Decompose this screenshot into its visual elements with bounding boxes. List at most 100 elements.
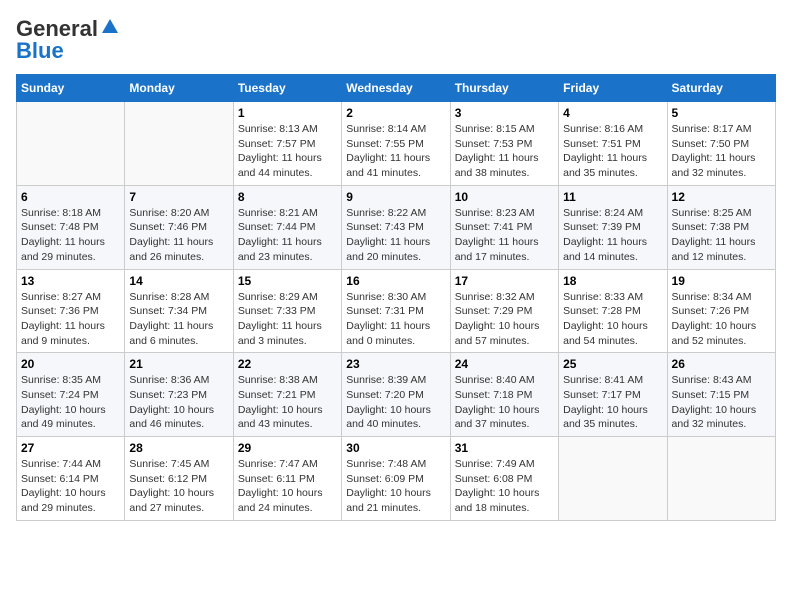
day-info: Sunrise: 8:20 AMSunset: 7:46 PMDaylight:… [129, 206, 228, 265]
calendar-cell: 5 Sunrise: 8:17 AMSunset: 7:50 PMDaylight… [667, 102, 775, 186]
calendar-cell: 24 Sunrise: 8:40 AMSunset: 7:18 PMDayligh… [450, 353, 558, 437]
day-number: 27 [21, 441, 120, 455]
day-info: Sunrise: 8:17 AMSunset: 7:50 PMDaylight:… [672, 122, 771, 181]
day-number: 24 [455, 357, 554, 371]
day-info: Sunrise: 8:18 AMSunset: 7:48 PMDaylight:… [21, 206, 120, 265]
day-info: Sunrise: 8:24 AMSunset: 7:39 PMDaylight:… [563, 206, 662, 265]
day-number: 20 [21, 357, 120, 371]
calendar-cell: 17 Sunrise: 8:32 AMSunset: 7:29 PMDayligh… [450, 269, 558, 353]
calendar-cell: 16 Sunrise: 8:30 AMSunset: 7:31 PMDayligh… [342, 269, 450, 353]
calendar-cell: 6 Sunrise: 8:18 AMSunset: 7:48 PMDaylight… [17, 185, 125, 269]
day-number: 8 [238, 190, 337, 204]
header-tuesday: Tuesday [233, 75, 341, 102]
day-info: Sunrise: 8:43 AMSunset: 7:15 PMDaylight:… [672, 373, 771, 432]
day-number: 17 [455, 274, 554, 288]
calendar-cell: 3 Sunrise: 8:15 AMSunset: 7:53 PMDaylight… [450, 102, 558, 186]
day-info: Sunrise: 8:21 AMSunset: 7:44 PMDaylight:… [238, 206, 337, 265]
day-number: 25 [563, 357, 662, 371]
calendar-cell: 25 Sunrise: 8:41 AMSunset: 7:17 PMDayligh… [559, 353, 667, 437]
calendar-week-3: 13Sunrise: 8:27 AMSunset: 7:36 PMDayligh… [17, 269, 776, 353]
day-number: 14 [129, 274, 228, 288]
calendar-cell: 26 Sunrise: 8:43 AMSunset: 7:15 PMDayligh… [667, 353, 775, 437]
day-info: Sunrise: 8:34 AMSunset: 7:26 PMDaylight:… [672, 290, 771, 349]
day-number: 16 [346, 274, 445, 288]
calendar-week-2: 6 Sunrise: 8:18 AMSunset: 7:48 PMDaylight… [17, 185, 776, 269]
calendar-week-4: 20 Sunrise: 8:35 AMSunset: 7:24 PMDayligh… [17, 353, 776, 437]
day-info: Sunrise: 8:38 AMSunset: 7:21 PMDaylight:… [238, 373, 337, 432]
day-info: Sunrise: 8:30 AMSunset: 7:31 PMDaylight:… [346, 290, 445, 349]
calendar-cell: 27Sunrise: 7:44 AMSunset: 6:14 PMDayligh… [17, 437, 125, 521]
day-number: 23 [346, 357, 445, 371]
day-number: 9 [346, 190, 445, 204]
day-info: Sunrise: 8:41 AMSunset: 7:17 PMDaylight:… [563, 373, 662, 432]
header-thursday: Thursday [450, 75, 558, 102]
calendar-cell [559, 437, 667, 521]
day-info: Sunrise: 8:25 AMSunset: 7:38 PMDaylight:… [672, 206, 771, 265]
day-number: 12 [672, 190, 771, 204]
day-info: Sunrise: 8:39 AMSunset: 7:20 PMDaylight:… [346, 373, 445, 432]
header-friday: Friday [559, 75, 667, 102]
day-number: 1 [238, 106, 337, 120]
calendar-cell: 31 Sunrise: 7:49 AMSunset: 6:08 PMDayligh… [450, 437, 558, 521]
calendar-cell: 30 Sunrise: 7:48 AMSunset: 6:09 PMDayligh… [342, 437, 450, 521]
day-info: Sunrise: 8:14 AMSunset: 7:55 PMDaylight:… [346, 122, 445, 181]
day-number: 10 [455, 190, 554, 204]
calendar-cell: 13Sunrise: 8:27 AMSunset: 7:36 PMDayligh… [17, 269, 125, 353]
day-number: 31 [455, 441, 554, 455]
day-number: 22 [238, 357, 337, 371]
calendar-cell: 7 Sunrise: 8:20 AMSunset: 7:46 PMDaylight… [125, 185, 233, 269]
day-info: Sunrise: 8:28 AMSunset: 7:34 PMDaylight:… [129, 290, 228, 349]
day-number: 6 [21, 190, 120, 204]
day-info: Sunrise: 8:40 AMSunset: 7:18 PMDaylight:… [455, 373, 554, 432]
calendar-cell: 28Sunrise: 7:45 AMSunset: 6:12 PMDayligh… [125, 437, 233, 521]
calendar-cell [125, 102, 233, 186]
day-number: 26 [672, 357, 771, 371]
calendar-week-1: 1Sunrise: 8:13 AMSunset: 7:57 PMDaylight… [17, 102, 776, 186]
calendar-cell: 19 Sunrise: 8:34 AMSunset: 7:26 PMDayligh… [667, 269, 775, 353]
logo-blue: Blue [16, 38, 64, 64]
day-number: 5 [672, 106, 771, 120]
calendar-cell: 8 Sunrise: 8:21 AMSunset: 7:44 PMDaylight… [233, 185, 341, 269]
calendar-cell: 29Sunrise: 7:47 AMSunset: 6:11 PMDayligh… [233, 437, 341, 521]
calendar-cell: 18 Sunrise: 8:33 AMSunset: 7:28 PMDayligh… [559, 269, 667, 353]
calendar-cell: 22 Sunrise: 8:38 AMSunset: 7:21 PMDayligh… [233, 353, 341, 437]
day-number: 7 [129, 190, 228, 204]
header-wednesday: Wednesday [342, 75, 450, 102]
day-number: 11 [563, 190, 662, 204]
day-info: Sunrise: 8:35 AMSunset: 7:24 PMDaylight:… [21, 373, 120, 432]
day-number: 4 [563, 106, 662, 120]
day-info: Sunrise: 8:23 AMSunset: 7:41 PMDaylight:… [455, 206, 554, 265]
header-sunday: Sunday [17, 75, 125, 102]
day-info: Sunrise: 8:36 AMSunset: 7:23 PMDaylight:… [129, 373, 228, 432]
calendar-cell: 4 Sunrise: 8:16 AMSunset: 7:51 PMDaylight… [559, 102, 667, 186]
calendar-cell: 10 Sunrise: 8:23 AMSunset: 7:41 PMDayligh… [450, 185, 558, 269]
day-number: 2 [346, 106, 445, 120]
day-number: 3 [455, 106, 554, 120]
calendar-cell: 23 Sunrise: 8:39 AMSunset: 7:20 PMDayligh… [342, 353, 450, 437]
day-number: 15 [238, 274, 337, 288]
calendar-cell: 12 Sunrise: 8:25 AMSunset: 7:38 PMDayligh… [667, 185, 775, 269]
day-number: 13 [21, 274, 120, 288]
day-info: Sunrise: 8:33 AMSunset: 7:28 PMDaylight:… [563, 290, 662, 349]
page-header: General Blue [16, 16, 776, 64]
day-number: 19 [672, 274, 771, 288]
header-saturday: Saturday [667, 75, 775, 102]
day-number: 18 [563, 274, 662, 288]
calendar-cell: 21Sunrise: 8:36 AMSunset: 7:23 PMDayligh… [125, 353, 233, 437]
day-info: Sunrise: 8:15 AMSunset: 7:53 PMDaylight:… [455, 122, 554, 181]
logo-icon [100, 17, 120, 37]
day-info: Sunrise: 7:49 AMSunset: 6:08 PMDaylight:… [455, 457, 554, 516]
calendar-cell: 11 Sunrise: 8:24 AMSunset: 7:39 PMDayligh… [559, 185, 667, 269]
calendar-cell: 1Sunrise: 8:13 AMSunset: 7:57 PMDaylight… [233, 102, 341, 186]
day-info: Sunrise: 7:48 AMSunset: 6:09 PMDaylight:… [346, 457, 445, 516]
day-number: 29 [238, 441, 337, 455]
header-monday: Monday [125, 75, 233, 102]
day-number: 30 [346, 441, 445, 455]
day-info: Sunrise: 8:16 AMSunset: 7:51 PMDaylight:… [563, 122, 662, 181]
day-info: Sunrise: 8:32 AMSunset: 7:29 PMDaylight:… [455, 290, 554, 349]
calendar-table: SundayMondayTuesdayWednesdayThursdayFrid… [16, 74, 776, 521]
day-info: Sunrise: 8:22 AMSunset: 7:43 PMDaylight:… [346, 206, 445, 265]
calendar-cell: 20 Sunrise: 8:35 AMSunset: 7:24 PMDayligh… [17, 353, 125, 437]
calendar-cell: 14 Sunrise: 8:28 AMSunset: 7:34 PMDayligh… [125, 269, 233, 353]
calendar-cell: 15Sunrise: 8:29 AMSunset: 7:33 PMDayligh… [233, 269, 341, 353]
